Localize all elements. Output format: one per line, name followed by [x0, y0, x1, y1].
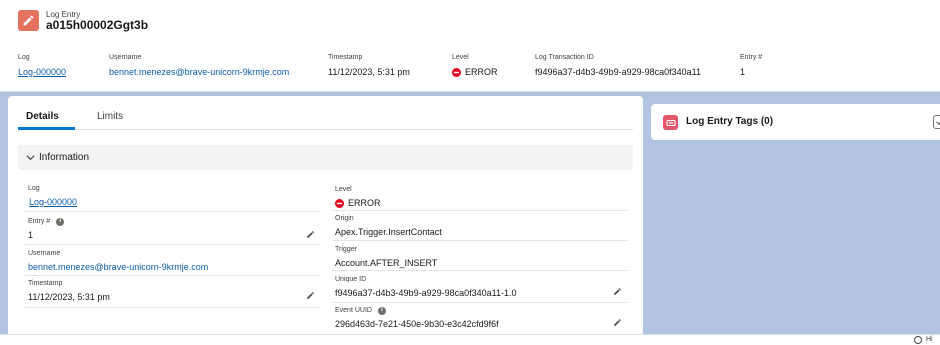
field-label: Log [28, 185, 40, 192]
highlight-entry: Entry # 1 [740, 53, 762, 78]
highlight-label: Level [452, 54, 469, 61]
field-label-row: Event UUID i [335, 306, 627, 315]
field-divider [25, 211, 320, 212]
details-card: Details Limits Information Log Log-00000… [8, 96, 643, 345]
utility-bar-text[interactable]: Hi [926, 336, 933, 343]
timestamp-value: 11/12/2023, 5:31 pm [328, 67, 410, 77]
field-username: Username bennet.menezes@brave-unicorn-9k… [25, 249, 320, 276]
edit-pencil-icon[interactable] [306, 291, 315, 300]
field-unique-id: Unique ID f9496a37-d4b3-49b9-a929-98ca0f… [332, 275, 627, 303]
active-tab-indicator [18, 127, 75, 130]
highlight-label: Timestamp [328, 54, 363, 61]
field-divider [25, 307, 320, 308]
field-trigger-value: Account.AFTER_INSERT [335, 258, 438, 268]
record-title: a015h00002Ggt3b [46, 18, 149, 32]
field-log: Log Log-000000 [25, 184, 320, 212]
field-label: Timestamp [28, 280, 63, 287]
field-label: Event UUID [335, 307, 372, 314]
field-timestamp: Timestamp 11/12/2023, 5:31 pm [25, 279, 320, 308]
field-label: Username [28, 250, 61, 257]
related-list-title[interactable]: Log Entry Tags (0) [686, 116, 773, 127]
section-title: Information [39, 152, 90, 163]
field-username-link[interactable]: bennet.menezes@brave-unicorn-9krmje.com [28, 262, 320, 273]
highlight-label: Log [18, 54, 30, 61]
tab-limits[interactable]: Limits [97, 111, 123, 122]
error-icon [335, 199, 344, 208]
field-log-link[interactable]: Log-000000 [29, 197, 320, 208]
highlight-label: Log Transaction ID [535, 54, 594, 61]
related-list-tags: Log Entry Tags (0) [651, 104, 940, 140]
field-origin-value: Apex.Trigger.InsertContact [335, 227, 442, 237]
edit-pencil-icon[interactable] [613, 318, 622, 327]
field-divider [332, 240, 627, 241]
info-icon[interactable]: i [56, 217, 65, 226]
field-origin: Origin Apex.Trigger.InsertContact [332, 214, 627, 241]
field-divider [332, 302, 627, 303]
highlight-label: Username [109, 54, 142, 61]
tag-icon [663, 115, 678, 130]
field-trigger: Trigger Account.AFTER_INSERT [332, 245, 627, 271]
field-divider [25, 244, 320, 245]
section-information-header[interactable]: Information [18, 145, 633, 170]
highlight-label: Entry # [740, 54, 763, 61]
field-event-uuid: Event UUID i 296d463d-7e21-450e-9b30-e3c… [335, 306, 627, 332]
field-label: Level [335, 186, 352, 193]
pencil-icon [18, 10, 39, 31]
field-level-value: ERROR [335, 198, 627, 209]
log-link[interactable]: Log-000000 [18, 67, 66, 78]
field-level: Level ERROR [332, 185, 627, 211]
tab-details[interactable]: Details [26, 111, 59, 122]
error-icon [452, 68, 461, 77]
edit-pencil-icon[interactable] [306, 230, 315, 239]
chevron-down-icon [26, 155, 35, 161]
field-entry: Entry # i 1 [25, 217, 320, 245]
field-timestamp-value: 11/12/2023, 5:31 pm [28, 292, 110, 302]
field-label-row: Entry # i [28, 217, 320, 226]
field-event-uuid-value: 296d463d-7e21-450e-9b30-e3c42cfd9f6f [335, 319, 499, 329]
tab-bar: Details Limits [18, 108, 633, 130]
field-label: Unique ID [335, 276, 367, 283]
field-entry-value: 1 [28, 230, 34, 240]
highlight-transaction: Log Transaction ID f9496a37-d4b3-49b9-a9… [535, 53, 701, 78]
username-link[interactable]: bennet.menezes@brave-unicorn-9krmje.com [109, 67, 289, 78]
field-label: Origin [335, 215, 354, 222]
level-text: ERROR [465, 67, 498, 77]
field-unique-id-value: f9496a37-d4b3-49b9-a929-98ca0f340a11-1.0 [335, 288, 517, 298]
highlight-username: Username bennet.menezes@brave-unicorn-9k… [109, 53, 289, 78]
highlight-level: Level ERROR [452, 53, 498, 78]
field-level-text: ERROR [348, 198, 381, 208]
level-value: ERROR [452, 67, 498, 78]
info-icon[interactable]: i [377, 306, 386, 315]
highlight-timestamp: Timestamp 11/12/2023, 5:31 pm [328, 53, 410, 78]
utility-bar: Hi [0, 334, 940, 345]
entry-value: 1 [740, 67, 746, 77]
field-label: Trigger [335, 246, 357, 253]
transaction-id-value: f9496a37-d4b3-49b9-a929-98ca0f340a11 [535, 67, 701, 77]
field-label: Entry # [28, 218, 51, 225]
field-divider [25, 275, 320, 276]
chevron-down-icon [936, 121, 940, 125]
clock-icon[interactable] [914, 336, 922, 344]
edit-pencil-icon[interactable] [613, 287, 622, 296]
dropdown-menu-button[interactable] [933, 115, 940, 129]
highlight-log: Log Log-000000 [18, 53, 66, 78]
field-divider [332, 210, 627, 211]
field-divider [332, 270, 627, 271]
record-header: Log Entry a015h00002Ggt3b Log Log-000000… [0, 0, 940, 92]
